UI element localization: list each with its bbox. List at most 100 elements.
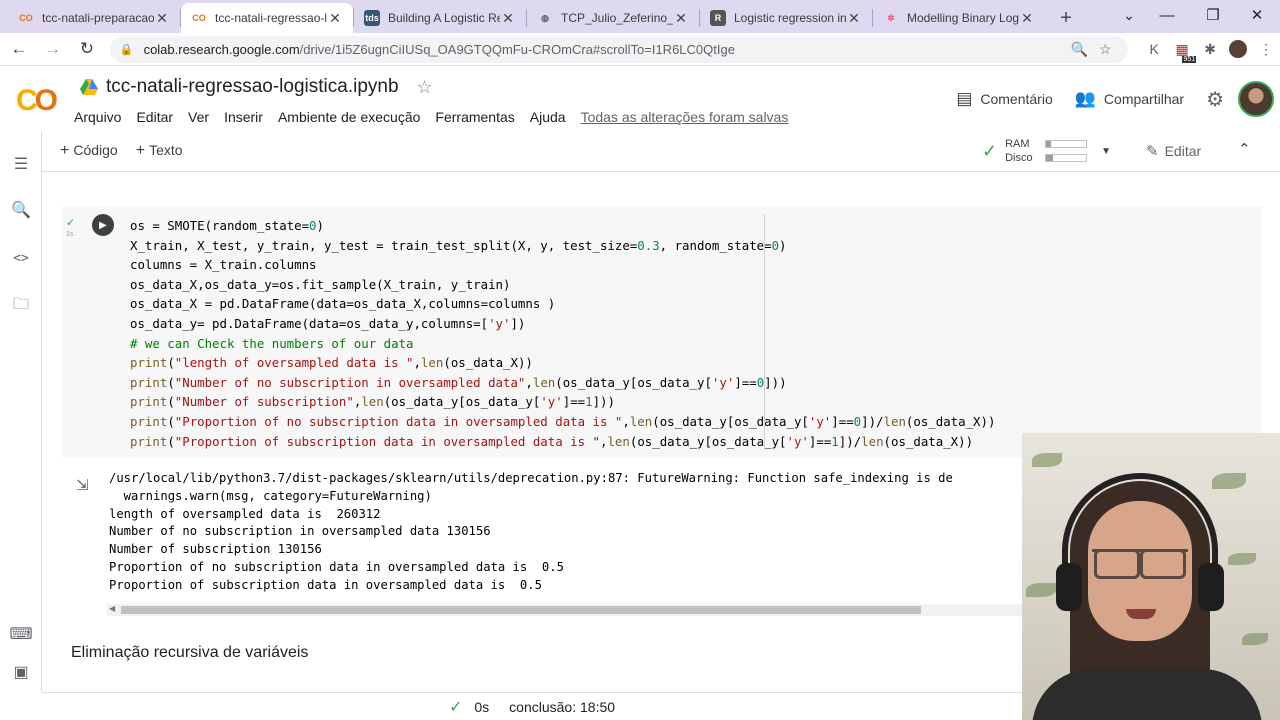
- url-text: colab.research.google.com/drive/1i5Z6ugn…: [143, 41, 735, 57]
- terminal-icon[interactable]: ▣: [11, 662, 31, 682]
- table-of-contents-icon[interactable]: ☰: [11, 154, 31, 174]
- ram-label: RAM: [1005, 138, 1030, 150]
- runtime-resources[interactable]: ✓ RAM Disco ▼: [982, 138, 1111, 164]
- back-button[interactable]: ←: [4, 34, 34, 64]
- disk-meter: [1045, 154, 1088, 162]
- tab-title: Building A Logistic Re: [388, 11, 500, 25]
- tab-title: TCP_Julio_Zeferino_Co: [561, 11, 673, 25]
- left-sidebar: ☰ 🔍 <> 🗀 ⌨ ▣: [0, 132, 42, 692]
- code-snippets-icon[interactable]: <>: [11, 248, 31, 268]
- output-action-icon[interactable]: ⇲: [76, 476, 89, 494]
- code-editor[interactable]: os = SMOTE(random_state=0) X_train, X_te…: [130, 216, 995, 451]
- menu-bar: Arquivo Editar Ver Inserir Ambiente de e…: [74, 109, 788, 125]
- share-button[interactable]: 👥 Compartilhar: [1075, 89, 1184, 109]
- browser-tab[interactable]: ✲ Modelling Binary Logis ✕: [873, 3, 1045, 33]
- runtime-dropdown-icon[interactable]: ▼: [1101, 146, 1111, 157]
- comment-label: Comentário: [980, 91, 1053, 107]
- scrollbar-thumb[interactable]: [121, 606, 921, 614]
- menu-arquivo[interactable]: Arquivo: [74, 109, 121, 125]
- google-drive-icon: [80, 79, 98, 95]
- globe-favicon-icon: ◍: [541, 12, 549, 23]
- add-code-label: Código: [73, 142, 118, 158]
- disk-label: Disco: [1005, 152, 1033, 164]
- share-label: Compartilhar: [1103, 91, 1185, 107]
- profile-avatar[interactable]: [1224, 35, 1252, 63]
- plus-icon: +: [135, 142, 146, 159]
- add-code-button[interactable]: + Código: [60, 142, 118, 160]
- new-tab-button[interactable]: +: [1051, 3, 1081, 33]
- files-folder-icon[interactable]: 🗀: [11, 296, 31, 316]
- menu-editar[interactable]: Editar: [136, 109, 173, 125]
- execution-check-icon: ✓ 1s: [66, 217, 76, 239]
- search-icon[interactable]: 🔍: [11, 200, 31, 220]
- tab-list: CO tcc-natali-preparacao- ✕ CO tcc-natali-re…: [0, 0, 1045, 33]
- browser-tab[interactable]: ◍ TCP_Julio_Zeferino_Co✕: [527, 3, 699, 33]
- menu-inserir[interactable]: Inserir: [224, 109, 263, 125]
- comment-icon: ▤: [956, 89, 973, 108]
- browser-toolbar: ← → ↻ 🔒 colab.research.google.com/drive/…: [0, 33, 1280, 66]
- status-bar: ✓ 0s conclusão: 18:50: [42, 692, 1022, 720]
- notebook-toolbar: + Código + Texto ✓ RAM Disco ▼ ✎ Editar ⌃: [0, 132, 1280, 172]
- colab-favicon-icon: CO: [19, 13, 33, 23]
- scroll-left-arrow-icon[interactable]: ◀: [109, 604, 115, 613]
- browser-tab[interactable]: CO tcc-natali-regressao-lo ✕: [181, 3, 353, 33]
- comment-button[interactable]: ▤ Comentário: [956, 89, 1052, 109]
- colab-logo[interactable]: CO: [16, 84, 58, 118]
- colab-header: CO tcc-natali-regressao-logistica.ipynb …: [0, 66, 1280, 132]
- code-cell[interactable]: ✓ 1s ▶ os = SMOTE(random_state=0) X_train…: [62, 206, 1262, 458]
- star-icon[interactable]: ☆: [417, 77, 433, 98]
- browser-tab[interactable]: tds Building A Logistic Re ✕: [354, 3, 526, 33]
- menu-ferramentas[interactable]: Ferramentas: [435, 109, 514, 125]
- edit-label: Editar: [1164, 143, 1202, 159]
- extensions-puzzle-icon[interactable]: ✱: [1196, 35, 1224, 63]
- plus-icon: +: [60, 142, 70, 159]
- menu-ver[interactable]: Ver: [188, 109, 209, 125]
- menu-ambiente[interactable]: Ambiente de execução: [278, 109, 420, 125]
- forward-button[interactable]: →: [38, 34, 68, 64]
- connected-check-icon: ✓: [982, 140, 998, 161]
- close-tab-icon[interactable]: ✕: [154, 10, 170, 27]
- output-horizontal-scrollbar[interactable]: ◀: [107, 604, 1037, 616]
- status-check-icon: ✓: [448, 698, 463, 716]
- address-bar[interactable]: 🔒 colab.research.google.com/drive/1i5Z6u…: [109, 35, 1129, 63]
- maximize-button[interactable]: ❐: [1190, 0, 1236, 30]
- collapse-header-icon[interactable]: ⌃: [1238, 140, 1251, 158]
- text-cell-heading[interactable]: Eliminação recursiva de variáveis: [71, 644, 308, 662]
- close-tab-icon[interactable]: ✕: [327, 10, 343, 27]
- webcam-video-overlay: [1022, 433, 1280, 720]
- bookmark-star-icon[interactable]: ☆: [1092, 41, 1118, 58]
- browser-tab[interactable]: CO tcc-natali-preparacao- ✕: [8, 3, 180, 33]
- user-avatar[interactable]: [1238, 81, 1274, 117]
- execution-time: 0s: [474, 698, 490, 715]
- pencil-icon: ✎: [1146, 143, 1159, 160]
- cell-output: ⇲ /usr/local/lib/python3.7/dist-packages…: [62, 464, 1062, 624]
- tab-title: Logistic regression in P: [734, 11, 846, 25]
- edit-mode-button[interactable]: ✎ Editar: [1146, 142, 1201, 160]
- extension-badge: 951: [1182, 56, 1197, 63]
- close-tab-icon[interactable]: ✕: [673, 10, 689, 27]
- command-palette-icon[interactable]: ⌨: [9, 624, 32, 644]
- colab-favicon-icon: CO: [192, 13, 206, 23]
- reload-button[interactable]: ↻: [72, 34, 102, 64]
- add-text-button[interactable]: + Texto: [136, 142, 183, 160]
- tab-title: tcc-natali-regressao-lo: [215, 11, 327, 25]
- saved-status-link[interactable]: Todas as alterações foram salvas: [581, 109, 789, 125]
- ram-meter: [1045, 140, 1088, 148]
- close-tab-icon[interactable]: ✕: [1019, 10, 1035, 27]
- close-window-button[interactable]: ✕: [1234, 0, 1280, 30]
- settings-gear-icon[interactable]: ⚙: [1206, 87, 1224, 112]
- notebook-title[interactable]: tcc-natali-regressao-logistica.ipynb: [106, 76, 399, 98]
- run-cell-button[interactable]: ▶: [92, 214, 114, 236]
- extension-k-icon[interactable]: K: [1140, 35, 1168, 63]
- lock-icon: 🔒: [119, 43, 134, 56]
- minimize-button[interactable]: —: [1144, 0, 1190, 30]
- menu-ajuda[interactable]: Ajuda: [530, 109, 566, 125]
- browser-tab[interactable]: R Logistic regression in P ✕: [700, 3, 872, 33]
- extension-calendar-icon[interactable]: ▦ 951: [1168, 35, 1197, 63]
- completion-time: conclusão: 18:50: [509, 698, 616, 715]
- column-ruler: [764, 214, 765, 450]
- browser-menu-icon[interactable]: ⋮: [1252, 35, 1280, 63]
- close-tab-icon[interactable]: ✕: [500, 10, 516, 27]
- zoom-icon[interactable]: 🔍: [1066, 41, 1092, 58]
- close-tab-icon[interactable]: ✕: [846, 10, 862, 27]
